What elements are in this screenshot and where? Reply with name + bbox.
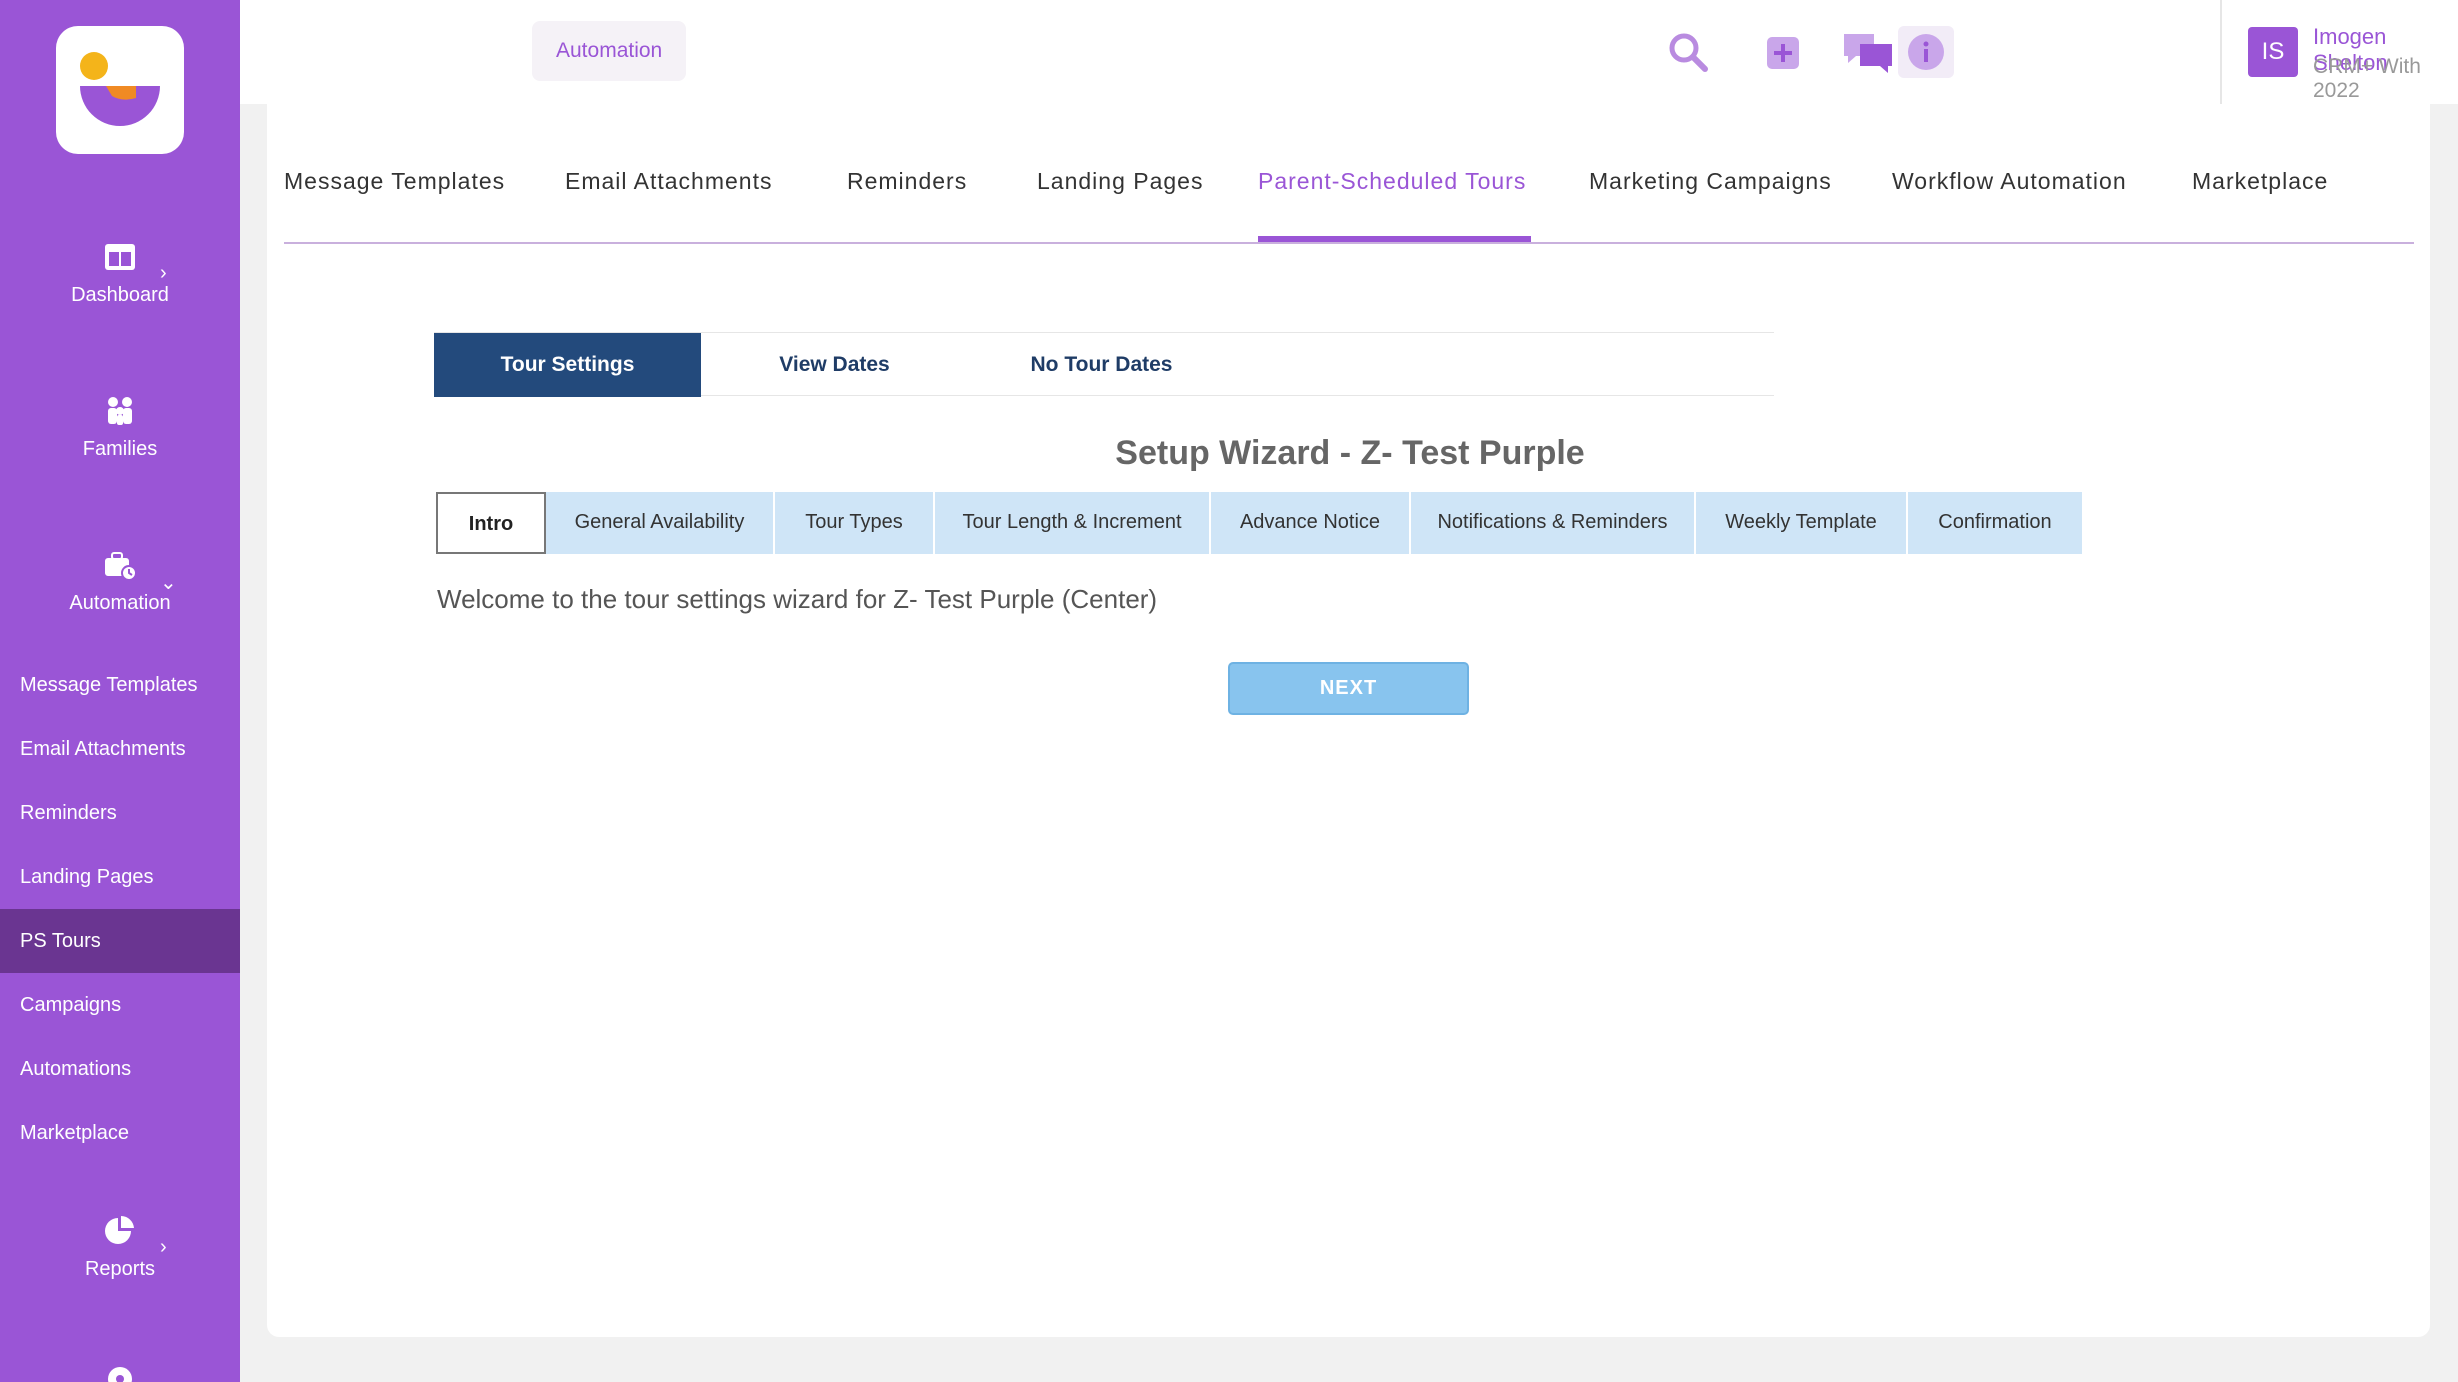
sidebar-item-label: Automation [69, 592, 171, 614]
chevron-right-icon: › [160, 262, 167, 284]
briefcase-clock-icon [105, 552, 137, 581]
avatar[interactable]: IS [2248, 27, 2298, 77]
top-bar: Automation IS Imogen Shelton CRM+ With 2… [240, 0, 2458, 126]
subtab-view-dates[interactable]: View Dates [701, 333, 968, 397]
step-notifications-reminders[interactable]: Notifications & Reminders [1411, 492, 1696, 554]
sidebar-subitem-landing-pages[interactable]: Landing Pages [0, 845, 240, 909]
families-icon [108, 397, 132, 425]
dashboard-icon [105, 244, 135, 270]
add-icon[interactable] [1760, 30, 1806, 76]
automation-tabs: Message Templates Email Attachments Remi… [284, 140, 2414, 244]
subtab-no-tour-dates[interactable]: No Tour Dates [968, 333, 1235, 397]
tab-email-attachments[interactable]: Email Attachments [565, 168, 772, 195]
subtab-tour-settings[interactable]: Tour Settings [434, 333, 701, 397]
gear-icon [108, 1367, 132, 1382]
sidebar-subitem-automations[interactable]: Automations [0, 1037, 240, 1101]
sidebar-item-settings[interactable] [0, 1362, 240, 1382]
step-tour-types[interactable]: Tour Types [775, 492, 935, 554]
info-button[interactable] [1898, 26, 1954, 78]
chevron-down-icon: ⌄ [160, 572, 177, 594]
sidebar-subitem-marketplace[interactable]: Marketplace [0, 1101, 240, 1165]
sidebar-item-families[interactable]: Families [0, 394, 240, 461]
sidebar-subitem-ps-tours[interactable]: PS Tours [0, 909, 240, 973]
chevron-right-icon: › [160, 1236, 167, 1258]
sidebar-item-label: Dashboard [71, 284, 169, 306]
step-intro[interactable]: Intro [436, 492, 546, 554]
active-tab-indicator [1258, 236, 1531, 242]
step-weekly-template[interactable]: Weekly Template [1696, 492, 1908, 554]
step-general-availability[interactable]: General Availability [546, 492, 775, 554]
step-confirmation[interactable]: Confirmation [1908, 492, 2082, 554]
divider [2220, 0, 2222, 104]
tab-message-templates[interactable]: Message Templates [284, 168, 505, 195]
search-icon[interactable] [1665, 30, 1711, 76]
sidebar-item-automation[interactable]: Automation ⌄ [0, 548, 240, 615]
sidebar-item-reports[interactable]: Reports › [0, 1214, 240, 1281]
tour-subtabs: Tour Settings View Dates No Tour Dates [434, 332, 1774, 397]
tab-marketplace[interactable]: Marketplace [2192, 168, 2328, 195]
tab-landing-pages[interactable]: Landing Pages [1037, 168, 1203, 195]
step-advance-notice[interactable]: Advance Notice [1211, 492, 1411, 554]
tab-marketing-campaigns[interactable]: Marketing Campaigns [1589, 168, 1832, 195]
sidebar-item-label: Reports [84, 1258, 156, 1280]
sidebar-subitem-campaigns[interactable]: Campaigns [0, 973, 240, 1037]
sidebar-subitem-email-attachments[interactable]: Email Attachments [0, 717, 240, 781]
chat-icon[interactable] [1840, 30, 1896, 76]
sidebar-item-dashboard[interactable]: Dashboard › [0, 240, 240, 307]
main-panel [267, 104, 2430, 1337]
breadcrumb[interactable]: Automation [532, 21, 687, 81]
logo-icon [80, 52, 160, 126]
wizard-title: Setup Wizard - Z- Test Purple [1115, 434, 1585, 472]
welcome-text: Welcome to the tour settings wizard for … [437, 584, 1158, 614]
next-button[interactable]: NEXT [1228, 662, 1469, 715]
sidebar: Dashboard › Families Automation ⌄ Messag… [0, 0, 240, 1382]
tab-workflow-automation[interactable]: Workflow Automation [1892, 168, 2127, 195]
tab-reminders[interactable]: Reminders [847, 168, 967, 195]
tab-parent-scheduled-tours[interactable]: Parent-Scheduled Tours [1258, 168, 1526, 195]
sidebar-item-label: Families [82, 438, 158, 460]
app-logo[interactable] [56, 26, 184, 154]
pie-chart-icon [105, 1216, 134, 1244]
sidebar-subitem-message-templates[interactable]: Message Templates [0, 653, 240, 717]
sidebar-subitem-reminders[interactable]: Reminders [0, 781, 240, 845]
info-icon [1908, 34, 1944, 70]
step-tour-length-increment[interactable]: Tour Length & Increment [935, 492, 1211, 554]
